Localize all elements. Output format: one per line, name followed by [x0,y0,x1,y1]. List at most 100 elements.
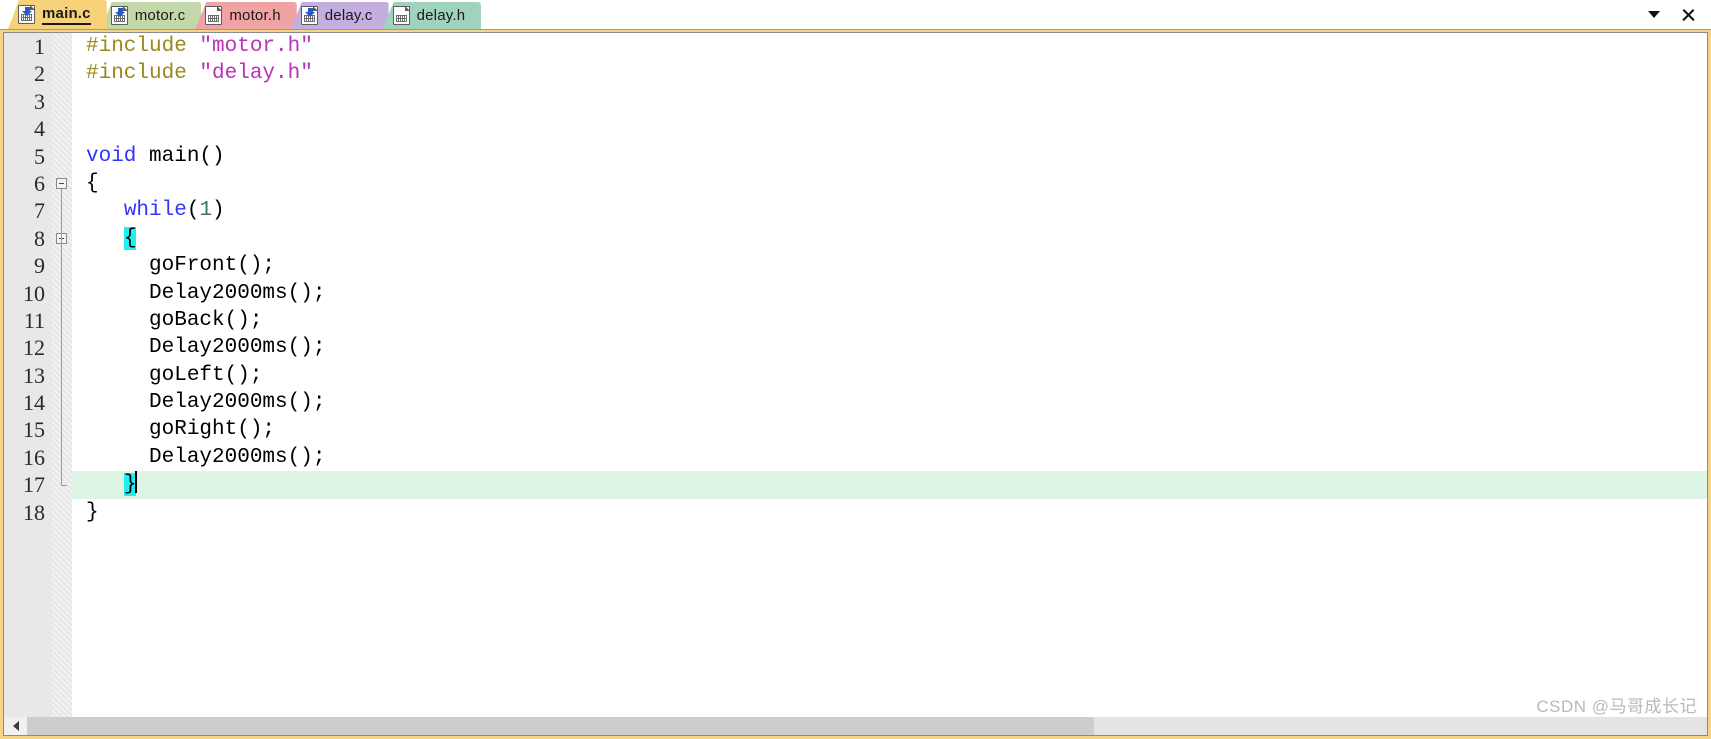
fold-end-tick [61,485,67,487]
code-line[interactable]: Delay2000ms(); [72,389,1707,416]
code-line[interactable]: Delay2000ms(); [72,444,1707,471]
line-number: 3 [34,88,45,114]
code-folding-margin[interactable] [52,33,72,717]
scroll-left-arrow-icon[interactable] [4,717,27,735]
code-token: ) [212,199,225,223]
line-number-gutter: 1 2 3 4 5 6 7 8 9 10 11 12 13 14 15 16 17 18 [4,33,52,717]
code-token: "delay.h" [199,62,313,86]
code-line[interactable]: Delay2000ms(); [72,280,1707,307]
code-line[interactable]: { [72,225,1707,252]
fold-row [52,444,72,471]
line-number: 8 [34,225,45,251]
line-number: 1 [34,34,45,59]
code-token: { [86,171,99,195]
line-number: 6 [34,170,45,196]
h-file-icon [205,6,223,25]
tab-delay-h[interactable]: delay.h [382,2,482,29]
code-token: 1 [199,199,213,223]
tab-delay-c[interactable]: delay.c [290,2,389,29]
fold-row [52,389,72,416]
line-number: 2 [34,61,45,87]
fold-row [52,33,72,60]
code-line[interactable]: #include "motor.h" [72,33,1707,60]
code-token: #include [86,62,200,86]
line-number: 14 [23,390,45,416]
fold-row [52,362,72,389]
code-line[interactable] [72,115,1707,142]
code-token: Delay2000ms(); [86,336,326,360]
fold-row [52,416,72,443]
fold-connector-line [61,189,62,486]
fold-row [52,499,72,526]
line-number: 17 [23,472,45,498]
watermark-text: CSDN @马哥成长记 [1536,697,1697,716]
tab-label: delay.c [324,7,373,24]
window-controls [1645,0,1705,29]
code-editor-window: main.c motor.c motor.h delay.c delay.h 12345… [0,0,1711,739]
code-line[interactable] [72,88,1707,115]
code-token: { [123,226,137,250]
code-token: main() [136,144,225,168]
code-token: Delay2000ms(); [86,391,326,415]
code-line[interactable]: goFront(); [72,252,1707,279]
tab-main-c[interactable]: main.c [8,0,107,29]
code-line[interactable]: { [72,170,1707,197]
tab-label: motor.h [229,7,281,24]
horizontal-scrollbar[interactable] [3,717,1708,736]
code-token: while [123,199,187,223]
fold-row [52,252,72,279]
close-icon[interactable] [1679,6,1697,24]
line-number: 16 [23,444,45,470]
code-line[interactable]: goBack(); [72,307,1707,334]
code-token: "motor.h" [199,35,313,58]
scrollbar-track[interactable] [27,717,1707,735]
code-token: } [86,500,99,524]
code-token: goLeft(); [86,363,263,387]
c-file-icon [110,6,128,25]
line-number: 4 [34,116,45,142]
code-line[interactable]: #include "delay.h" [72,60,1707,87]
editor-body: 1 2 3 4 5 6 7 8 9 10 11 12 13 14 15 16 17 18 #include "mo… [3,32,1708,717]
line-number: 7 [34,198,45,224]
code-token: void [86,144,137,168]
fold-toggle-icon[interactable] [56,178,67,189]
code-line[interactable]: Delay2000ms(); [72,334,1707,361]
tab-motor-c[interactable]: motor.c [100,2,202,29]
code-line[interactable]: } [72,471,1707,499]
c-file-icon [300,6,318,25]
code-token: goRight(); [86,418,276,442]
fold-row [52,280,72,307]
code-token: ( [186,199,200,223]
line-number: 12 [23,335,45,361]
h-file-icon [392,6,410,25]
code-line[interactable]: } [72,499,1707,526]
tab-label: delay.h [416,7,466,24]
editor-frame: 1 2 3 4 5 6 7 8 9 10 11 12 13 14 15 16 17 18 #include "mo… [0,30,1711,739]
code-token: #include [86,35,200,58]
code-token: Delay2000ms(); [86,281,326,305]
tab-label: motor.c [134,7,186,24]
c-file-icon [18,5,35,24]
code-line[interactable]: void main() [72,143,1707,170]
code-token: Delay2000ms(); [86,445,326,469]
line-number: 11 [23,307,45,333]
code-line[interactable]: goRight(); [72,416,1707,443]
fold-row [52,143,72,170]
tab-label: main.c [42,5,91,25]
line-number: 18 [23,499,45,525]
chevron-down-icon[interactable] [1645,6,1663,24]
scrollbar-thumb[interactable] [27,717,1094,735]
fold-row [52,88,72,115]
code-line[interactable]: while(1) [72,197,1707,224]
tab-motor-h[interactable]: motor.h [195,2,297,29]
editor-tab-bar: main.c motor.c motor.h delay.c delay.h [0,0,1711,30]
code-line[interactable]: goLeft(); [72,362,1707,389]
fold-row [52,60,72,87]
code-text-area[interactable]: #include "motor.h" #include "delay.h" void… [72,33,1707,717]
fold-row [52,334,72,361]
line-number: 9 [34,253,45,279]
fold-row [52,307,72,334]
